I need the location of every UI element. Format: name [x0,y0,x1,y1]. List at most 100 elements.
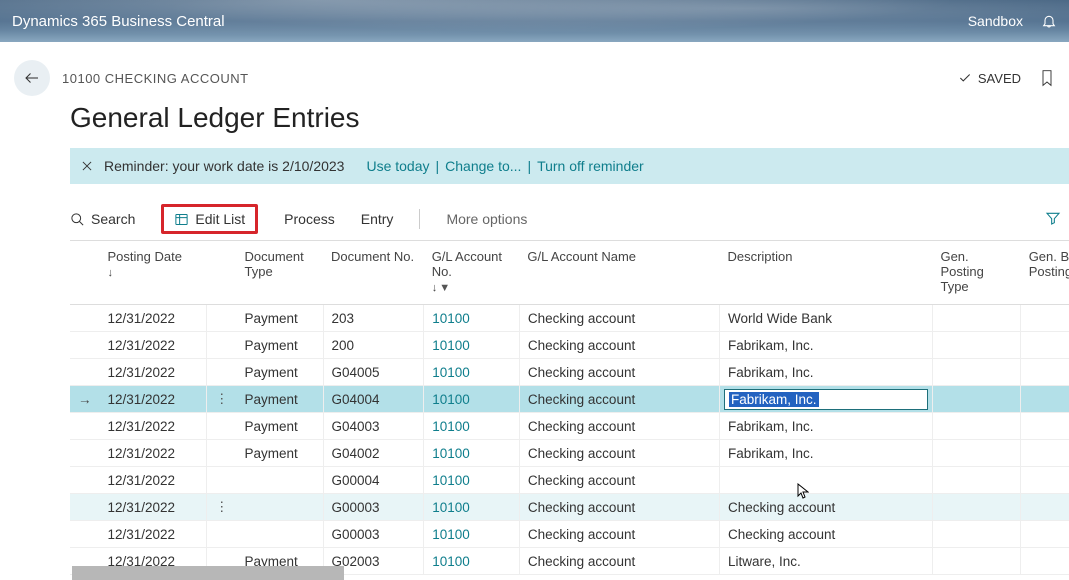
cell-gl-no[interactable]: 10100 [424,467,520,494]
cell-gl-name[interactable]: Checking account [519,386,719,413]
cell-doc-no[interactable]: G04005 [323,359,424,386]
process-action[interactable]: Process [284,211,335,227]
cell-gen-bus-posting[interactable] [1021,386,1069,413]
cell-description[interactable]: Fabrikam, Inc. [719,440,932,467]
col-gl-acct-no[interactable]: G/L Account No. ↓▼ [424,241,520,305]
cell-gen-posting-type[interactable] [932,521,1020,548]
cell-posting-date[interactable]: 12/31/2022 [100,305,207,332]
cell-doc-type[interactable] [237,467,324,494]
cell-gl-no[interactable]: 10100 [424,413,520,440]
cell-gl-name[interactable]: Checking account [519,413,719,440]
cell-gl-no[interactable]: 10100 [424,332,520,359]
cell-gen-posting-type[interactable] [932,386,1020,413]
cell-gen-bus-posting[interactable] [1021,332,1069,359]
col-posting-date[interactable]: Posting Date↓ [100,241,207,305]
table-row[interactable]: 12/31/2022Payment20010100Checking accoun… [70,332,1069,359]
cell-gen-posting-type[interactable] [932,494,1020,521]
cell-gen-posting-type[interactable] [932,305,1020,332]
cell-gen-bus-posting[interactable] [1021,440,1069,467]
cell-posting-date[interactable]: 12/31/2022 [100,440,207,467]
table-row[interactable]: 12/31/2022Payment20310100Checking accoun… [70,305,1069,332]
table-row[interactable]: 12/31/2022 G0000410100Checking account [70,467,1069,494]
col-gen-bus-posting[interactable]: Gen. Bu Posting [1021,241,1069,305]
cell-description[interactable]: Fabrikam, Inc. [719,386,932,413]
cell-gl-no[interactable]: 10100 [424,359,520,386]
cell-posting-date[interactable]: 12/31/2022 [100,386,207,413]
cell-gl-name[interactable]: Checking account [519,359,719,386]
cell-description[interactable]: Fabrikam, Inc. [719,359,932,386]
notifications-icon[interactable] [1041,13,1057,29]
table-row[interactable]: 12/31/2022 PaymentG0400210100Checking acc… [70,440,1069,467]
cell-gl-no[interactable]: 10100 [424,386,520,413]
edit-list-action[interactable]: Edit List [174,211,245,227]
cell-gl-name[interactable]: Checking account [519,305,719,332]
cell-description[interactable]: Checking account [719,494,932,521]
cell-gen-bus-posting[interactable] [1021,305,1069,332]
cell-posting-date[interactable]: 12/31/2022 [100,467,207,494]
cell-gen-bus-posting[interactable] [1021,359,1069,386]
cell-posting-date[interactable]: 12/31/2022 [100,413,207,440]
cell-description[interactable]: Litware, Inc. [719,548,932,575]
bookmark-icon[interactable] [1039,68,1055,88]
cell-posting-date[interactable]: 12/31/2022 [100,494,207,521]
cell-gen-bus-posting[interactable] [1021,521,1069,548]
cell-description[interactable] [719,467,932,494]
cell-doc-type[interactable]: Payment [237,359,324,386]
col-doc-no[interactable]: Document No. [323,241,424,305]
cell-gen-bus-posting[interactable] [1021,548,1069,575]
cell-doc-type[interactable]: Payment [237,413,324,440]
back-button[interactable] [14,60,50,96]
cell-doc-no[interactable]: 203 [323,305,424,332]
cell-doc-no[interactable]: 200 [323,332,424,359]
row-menu-icon[interactable]: ⋮ [215,499,229,514]
cell-gen-posting-type[interactable] [932,467,1020,494]
cell-gl-no[interactable]: 10100 [424,440,520,467]
table-row[interactable]: 12/31/2022 PaymentG0400510100Checking acc… [70,359,1069,386]
cell-posting-date[interactable]: 12/31/2022 [100,359,207,386]
cell-doc-no[interactable]: G04004 [323,386,424,413]
search-action[interactable]: Search [70,211,135,227]
cell-description[interactable]: World Wide Bank [719,305,932,332]
table-row[interactable]: 12/31/2022G0000310100Checking accountChe… [70,521,1069,548]
cell-gen-posting-type[interactable] [932,332,1020,359]
cell-gl-name[interactable]: Checking account [519,494,719,521]
description-input[interactable]: Fabrikam, Inc. [724,389,928,410]
cell-gl-name[interactable]: Checking account [519,332,719,359]
cell-doc-no[interactable]: G00003 [323,521,424,548]
table-row[interactable]: →12/31/2022⋮PaymentG0400410100Checking a… [70,386,1069,413]
cell-doc-no[interactable]: G04002 [323,440,424,467]
more-options-action[interactable]: More options [446,211,527,227]
cell-doc-type[interactable] [237,521,324,548]
cell-doc-type[interactable]: Payment [237,332,324,359]
filter-icon[interactable] [1045,210,1061,226]
cell-doc-no[interactable]: G04003 [323,413,424,440]
table-row[interactable]: 12/31/2022⋮G0000310100Checking accountCh… [70,494,1069,521]
cell-gen-posting-type[interactable] [932,440,1020,467]
cell-gl-no[interactable]: 10100 [424,494,520,521]
cell-doc-no[interactable]: G00003 [323,494,424,521]
cell-gl-name[interactable]: Checking account [519,440,719,467]
cell-description[interactable]: Fabrikam, Inc. [719,332,932,359]
cell-gl-no[interactable]: 10100 [424,521,520,548]
table-row[interactable]: 12/31/2022 PaymentG0400310100Checking acc… [70,413,1069,440]
cell-gen-posting-type[interactable] [932,413,1020,440]
cell-gen-bus-posting[interactable] [1021,494,1069,521]
cell-description[interactable]: Checking account [719,521,932,548]
cell-gen-posting-type[interactable] [932,548,1020,575]
cell-gen-posting-type[interactable] [932,359,1020,386]
cell-doc-no[interactable]: G00004 [323,467,424,494]
col-doc-type[interactable]: Document Type [237,241,324,305]
horizontal-scrollbar[interactable] [72,566,344,580]
col-gen-posting-type[interactable]: Gen. Posting Type [932,241,1020,305]
cell-gl-name[interactable]: Checking account [519,467,719,494]
turn-off-link[interactable]: Turn off reminder [537,158,644,174]
cell-gen-bus-posting[interactable] [1021,413,1069,440]
cell-gl-name[interactable]: Checking account [519,548,719,575]
cell-gl-no[interactable]: 10100 [424,305,520,332]
entry-action[interactable]: Entry [361,211,394,227]
row-menu-icon[interactable]: ⋮ [215,391,229,406]
cell-gl-name[interactable]: Checking account [519,521,719,548]
cell-gen-bus-posting[interactable] [1021,467,1069,494]
close-icon[interactable] [80,159,94,173]
cell-doc-type[interactable]: Payment [237,440,324,467]
